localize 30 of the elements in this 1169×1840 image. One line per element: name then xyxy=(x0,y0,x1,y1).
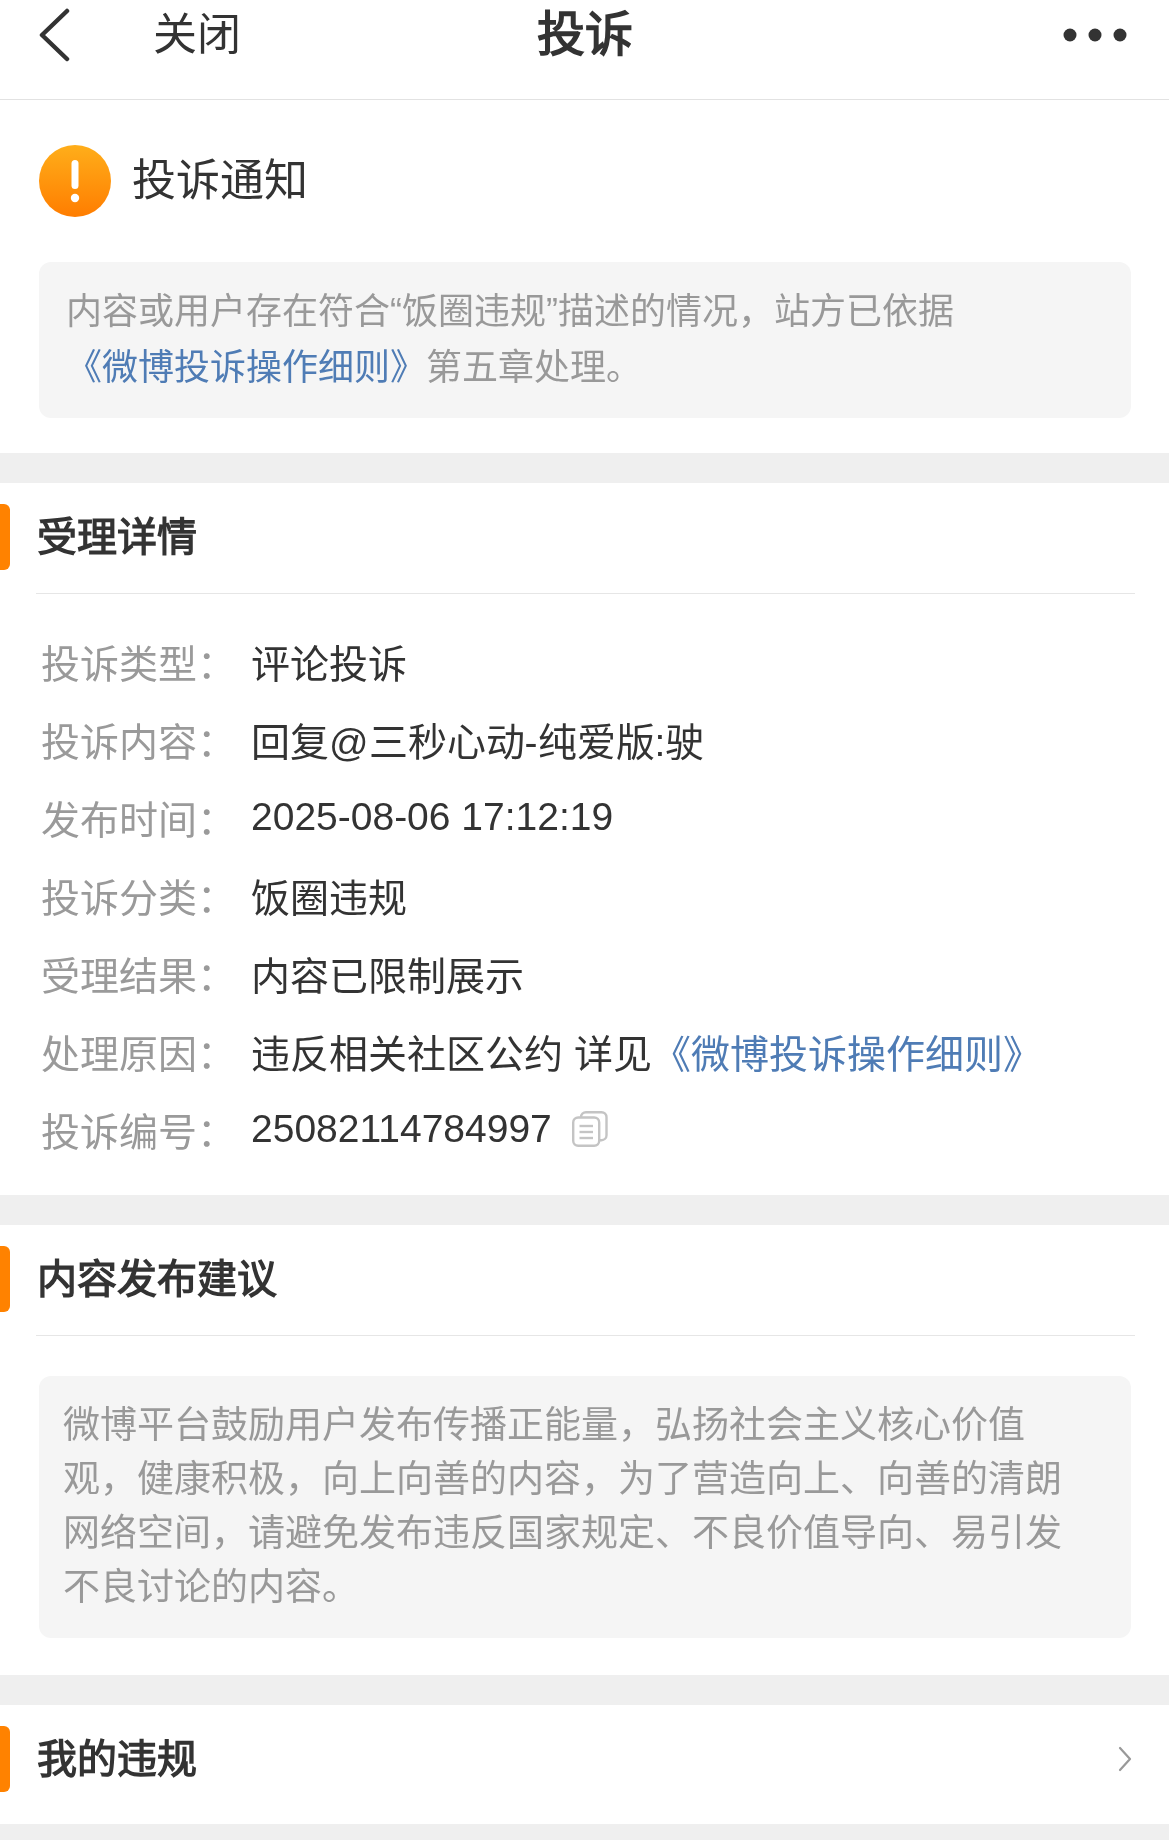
advice-text: 微博平台鼓励用户发布传播正能量，弘扬社会主义核心价值观，健康积极，向上向善的内容，为了营造向上、向善的清朗网络空间，请避免发布违反国家规定、不良价值导向、易引发不良讨论的内容。 xyxy=(39,1376,1131,1638)
field-label: 投诉编号： xyxy=(41,1110,237,1156)
field-value: 饭圈违规 xyxy=(251,876,407,922)
field-value: 评论投诉 xyxy=(251,642,407,688)
warning-icon xyxy=(39,145,111,217)
field-value: 内容已限制展示 xyxy=(251,954,524,1000)
field-value: 2025-08-06 17:12:19 xyxy=(251,795,614,839)
my-violations-row[interactable]: 我的违规 xyxy=(0,1726,1169,1792)
close-button[interactable]: 关闭 xyxy=(153,8,241,62)
accent-bar xyxy=(0,1246,10,1312)
page-title: 投诉 xyxy=(536,8,633,62)
field-label: 投诉类型： xyxy=(41,642,237,688)
more-icon[interactable] xyxy=(1063,28,1127,42)
rules-link[interactable]: 《微博投诉操作细则》 xyxy=(66,347,426,388)
notice-message: 内容或用户存在符合“饭圈违规”描述的情况，站方已依据 《微博投诉操作细则》第五章处理。 xyxy=(39,262,1131,418)
rules-link[interactable]: 《微博投诉操作细则》 xyxy=(651,1023,1042,1079)
field-label: 受理结果： xyxy=(41,954,237,1000)
field-label: 处理原因： xyxy=(41,1032,237,1078)
field-value: 违反相关社区公约 详见 xyxy=(251,1032,652,1078)
field-value: 回复@三秒心动-纯爱版:驶 xyxy=(251,720,705,766)
field-value: 25082114784997 xyxy=(251,1107,552,1151)
notice-title: 投诉通知 xyxy=(132,155,308,207)
chevron-right-icon xyxy=(1118,1746,1132,1772)
accent-bar xyxy=(0,504,10,570)
section-title: 内容发布建议 xyxy=(37,1256,277,1303)
field-label: 投诉内容： xyxy=(41,720,237,766)
field-label: 投诉分类： xyxy=(41,876,237,922)
field-label: 发布时间： xyxy=(41,798,237,844)
section-title: 受理详情 xyxy=(37,514,197,561)
accent-bar xyxy=(0,1726,10,1792)
